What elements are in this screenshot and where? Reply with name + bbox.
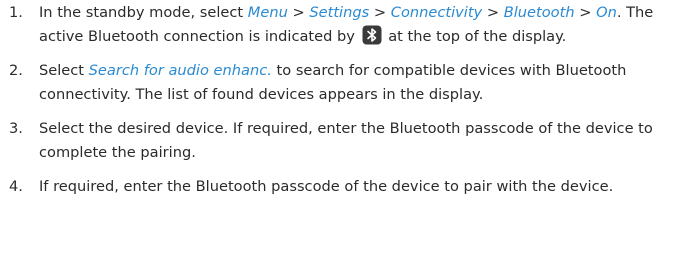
step-number: 1.	[9, 4, 23, 21]
step-number: 2.	[9, 62, 23, 79]
separator: >	[574, 4, 597, 21]
step-3: 3. Select the desired device. If require…	[0, 117, 678, 164]
step-text: In the standby mode, select	[39, 4, 248, 21]
step-4: 4. If required, enter the Bluetooth pass…	[0, 175, 678, 199]
bluetooth-link: Bluetooth	[503, 4, 575, 21]
step-2: 2. Select Search for audio enhanc. to se…	[0, 59, 678, 106]
step-number: 4.	[9, 178, 23, 195]
step-text: Select the desired device. If required, …	[39, 120, 653, 161]
step-text: Select	[39, 62, 89, 79]
step-text: If required, enter the Bluetooth passcod…	[39, 178, 614, 195]
instruction-steps-list: 1. In the standby mode, select Menu > Se…	[0, 0, 678, 210]
connectivity-link: Connectivity	[390, 4, 483, 21]
separator: >	[369, 4, 391, 21]
menu-link: Menu	[247, 4, 288, 21]
settings-link: Settings	[309, 4, 370, 21]
step-text: at the top of the display.	[383, 27, 567, 45]
step-1: 1. In the standby mode, select Menu > Se…	[0, 1, 678, 48]
step-number: 3.	[9, 120, 23, 137]
search-for-audio-enhancements-link: Search for audio enhanc.	[88, 62, 272, 79]
on-option-link: On	[596, 4, 617, 21]
bluetooth-icon	[362, 25, 382, 45]
separator: >	[287, 4, 310, 21]
separator: >	[482, 4, 504, 21]
